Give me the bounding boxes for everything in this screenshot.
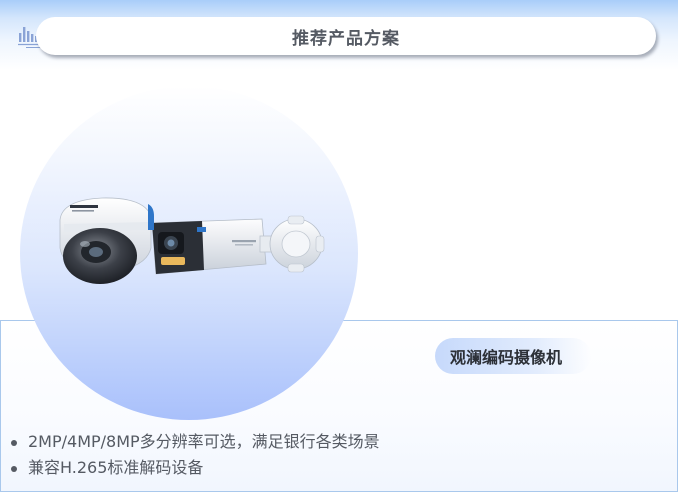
feature-item: 2MP/4MP/8MP多分辨率可选，满足银行各类场景 [10, 429, 380, 455]
feature-list: 2MP/4MP/8MP多分辨率可选，满足银行各类场景 兼容H.265标准解码设备 [10, 429, 380, 481]
product-name-tag: 观澜编码摄像机 [435, 338, 591, 374]
feature-text: 2MP/4MP/8MP多分辨率可选，满足银行各类场景 [28, 432, 380, 451]
security-camera-image [59, 197, 325, 284]
page-title: 推荐产品方案 [292, 28, 400, 49]
bullet-icon [11, 440, 17, 446]
title-bar: 推荐产品方案 [36, 17, 656, 55]
feature-item: 兼容H.265标准解码设备 [10, 455, 380, 481]
product-name: 观澜编码摄像机 [450, 348, 563, 367]
bullet-icon [11, 466, 17, 472]
feature-text: 兼容H.265标准解码设备 [28, 458, 204, 477]
